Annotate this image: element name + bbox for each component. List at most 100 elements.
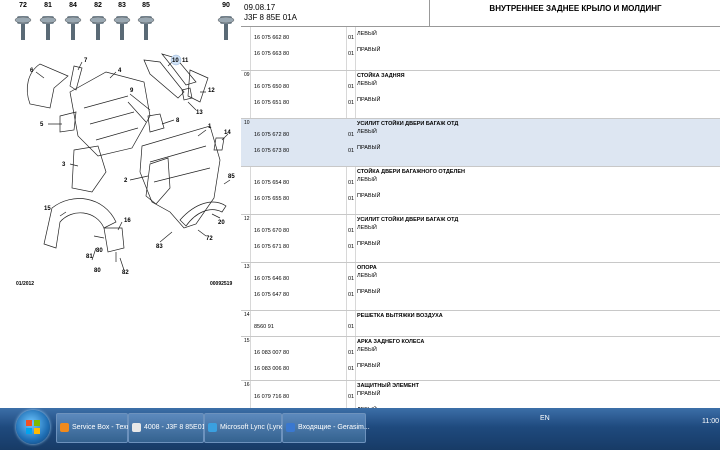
table-row[interactable]: 16ЗАЩИТНЫЙ ЭЛЕМЕНТ16 079 716 8001ПРАВЫЙ1… [241, 381, 720, 408]
table-row[interactable]: 16 075 662 80 01 ЛЕВЫЙ 16 075 663 80 01 ПРАВЫ… [241, 27, 720, 71]
fastener-number: 85 [142, 2, 150, 9]
parts-table[interactable]: 16 075 662 80 01 ЛЕВЫЙ 16 075 663 80 01 ПРАВЫ… [241, 27, 720, 408]
taskbar-button[interactable]: Microsoft Lync (Lync) [204, 413, 286, 443]
part-title: СТОЙКА ЗАДНЯЯ [357, 73, 405, 79]
part-number[interactable]: 16 075 673 80 [254, 148, 289, 154]
app-icon [132, 423, 141, 432]
svg-text:80: 80 [96, 248, 103, 254]
svg-text:16: 16 [124, 218, 131, 224]
fastener-number: 82 [94, 2, 102, 9]
part-title: УСИЛИТ СТОЙКИ ДВЕРИ БАГАЖ ОТД [357, 217, 459, 223]
part-number[interactable]: 16 083 006 80 [254, 366, 289, 372]
header-code: J3F 8 85E 01A [244, 13, 297, 22]
part-number[interactable]: 16 075 670 80 [254, 228, 289, 234]
taskbar-label: Входящие - Gerasim... [298, 424, 370, 431]
parts-list-pane: 09.08.17 J3F 8 85E 01A ВНУТРЕННЕЕ ЗАДНЕЕ… [241, 0, 720, 408]
table-row[interactable]: 10 УСИЛИТ СТОЙКИ ДВЕРИ БАГАЖ ОТД 16 075 67… [241, 119, 720, 167]
part-number[interactable]: 8560 91 [254, 324, 274, 330]
part-qty: 01 [348, 244, 355, 250]
svg-text:80: 80 [94, 268, 101, 274]
part-number[interactable]: 16 075 662 80 [254, 35, 289, 41]
svg-text:1: 1 [208, 124, 212, 130]
part-number[interactable]: 16 075 651 80 [254, 100, 289, 106]
taskbar-label: Microsoft Lync (Lync) [220, 424, 286, 431]
part-number[interactable]: 16 083 007 80 [254, 350, 289, 356]
part-number[interactable]: 16 079 716 80 [254, 394, 289, 400]
row-number: 14 [244, 312, 250, 318]
fastener-81[interactable]: 81 [36, 2, 60, 48]
part-number[interactable]: 16 075 671 80 [254, 244, 289, 250]
part-qty: 01 [348, 350, 355, 356]
svg-text:6: 6 [30, 68, 34, 74]
fastener-number: 90 [222, 2, 230, 9]
fastener-83[interactable]: 83 [110, 2, 134, 48]
exploded-diagram[interactable]: 11 10 7 4 6 12 13 9 8 1 14 5 3 2 85 15 1 [0, 52, 241, 292]
table-row[interactable]: 15 АРКА ЗАДНЕГО КОЛЕСА 16 083 007 80 01 ЛЕВЫ… [241, 337, 720, 381]
fastener-strip: 72 81 84 82 83 85 90 [0, 0, 241, 52]
table-row[interactable]: 13 ОПОРА 16 075 646 80 01 ЛЕВЫЙ 16 075 647 80… [241, 263, 720, 311]
part-qty: 01 [348, 366, 355, 372]
fastener-84[interactable]: 84 [61, 2, 85, 48]
fastener-number: 84 [69, 2, 77, 9]
part-title: СТОЙКА ДВЕРИ БАГАЖНОГО ОТДЕЛЕН [357, 169, 465, 175]
app-icon [286, 423, 295, 432]
fastener-icon [39, 16, 57, 40]
part-title: УСИЛИТ СТОЙКИ ДВЕРИ БАГАЖ ОТД [357, 121, 459, 127]
part-qty: 01 [348, 132, 355, 138]
fastener-icon [89, 16, 107, 40]
part-number[interactable]: 16 075 663 80 [254, 51, 289, 57]
fastener-85[interactable]: 85 [134, 2, 158, 48]
table-row[interactable]: 12 УСИЛИТ СТОЙКИ ДВЕРИ БАГАЖ ОТД 16 075 67… [241, 215, 720, 263]
header-date: 09.08.17 [244, 3, 276, 12]
start-button[interactable] [16, 410, 50, 444]
part-side: ПРАВЫЙ [357, 47, 381, 53]
svg-text:12: 12 [208, 88, 215, 94]
part-qty: 01 [348, 84, 355, 90]
taskbar-button[interactable]: Входящие - Gerasim... [282, 413, 370, 443]
fastener-number: 83 [118, 2, 126, 9]
svg-text:2: 2 [124, 178, 128, 184]
part-number[interactable]: 16 075 646 80 [254, 276, 289, 282]
row-number: 09 [244, 72, 250, 78]
part-side: ПРАВЫЙ [357, 363, 381, 369]
part-side: ЛЕВЫЙ [357, 31, 377, 37]
fastener-82[interactable]: 82 [86, 2, 110, 48]
part-side: ЛЕВЫЙ [357, 129, 377, 135]
row-number: 10 [244, 120, 250, 126]
app-window: 72 81 84 82 83 85 90 11 10 7 4 6 12 13 9… [0, 0, 720, 408]
taskbar: Service Box - Техни... 4008 - J3F 8 85E01… [0, 408, 720, 450]
diagram-pane: 72 81 84 82 83 85 90 11 10 7 4 6 12 13 9… [0, 0, 241, 408]
part-number[interactable]: 16 075 672 80 [254, 132, 289, 138]
svg-text:14: 14 [224, 130, 231, 136]
language-indicator[interactable]: EN [540, 415, 550, 422]
part-qty: 01 [348, 228, 355, 234]
part-side: ЛЕВЫЙ [357, 177, 377, 183]
part-side: ПРАВЫЙ [357, 289, 381, 295]
fastener-72[interactable]: 72 [11, 2, 35, 48]
row-number: 16 [244, 382, 250, 388]
taskbar-button[interactable]: 4008 - J3F 8 85E01A -... [128, 413, 220, 443]
fastener-number: 81 [44, 2, 52, 9]
part-qty: 01 [348, 148, 355, 154]
part-side: ПРАВЫЙ [357, 97, 381, 103]
part-number[interactable]: 16 075 654 80 [254, 180, 289, 186]
windows-logo-icon [26, 420, 40, 434]
part-side: ПРАВЫЙ [357, 193, 381, 199]
part-number[interactable]: 16 075 655 80 [254, 196, 289, 202]
svg-text:7: 7 [84, 58, 88, 64]
part-title: РЕШЕТКА ВЫТЯЖКИ ВОЗДУХА [357, 313, 443, 319]
svg-text:9: 9 [130, 88, 134, 94]
diagram-date: 01/2012 [16, 281, 35, 287]
fastener-90[interactable]: 90 [214, 2, 238, 48]
table-row[interactable]: СТОЙКА ДВЕРИ БАГАЖНОГО ОТДЕЛЕН 16 075 654… [241, 167, 720, 215]
part-number[interactable]: 16 075 650 80 [254, 84, 289, 90]
table-row[interactable]: 09 СТОЙКА ЗАДНЯЯ 16 075 650 80 01 ЛЕВЫЙ 16 07… [241, 71, 720, 119]
fastener-icon [137, 16, 155, 40]
parts-header: 09.08.17 J3F 8 85E 01A ВНУТРЕННЕЕ ЗАДНЕЕ… [241, 0, 720, 27]
part-number[interactable]: 16 075 647 80 [254, 292, 289, 298]
clock[interactable]: 11:00 [702, 418, 719, 425]
taskbar-button[interactable]: Service Box - Техни... [56, 413, 140, 443]
part-side: ПРАВЫЙ [357, 145, 381, 151]
svg-text:15: 15 [44, 206, 51, 212]
table-row[interactable]: 14 РЕШЕТКА ВЫТЯЖКИ ВОЗДУХА 8560 91 01 [241, 311, 720, 337]
